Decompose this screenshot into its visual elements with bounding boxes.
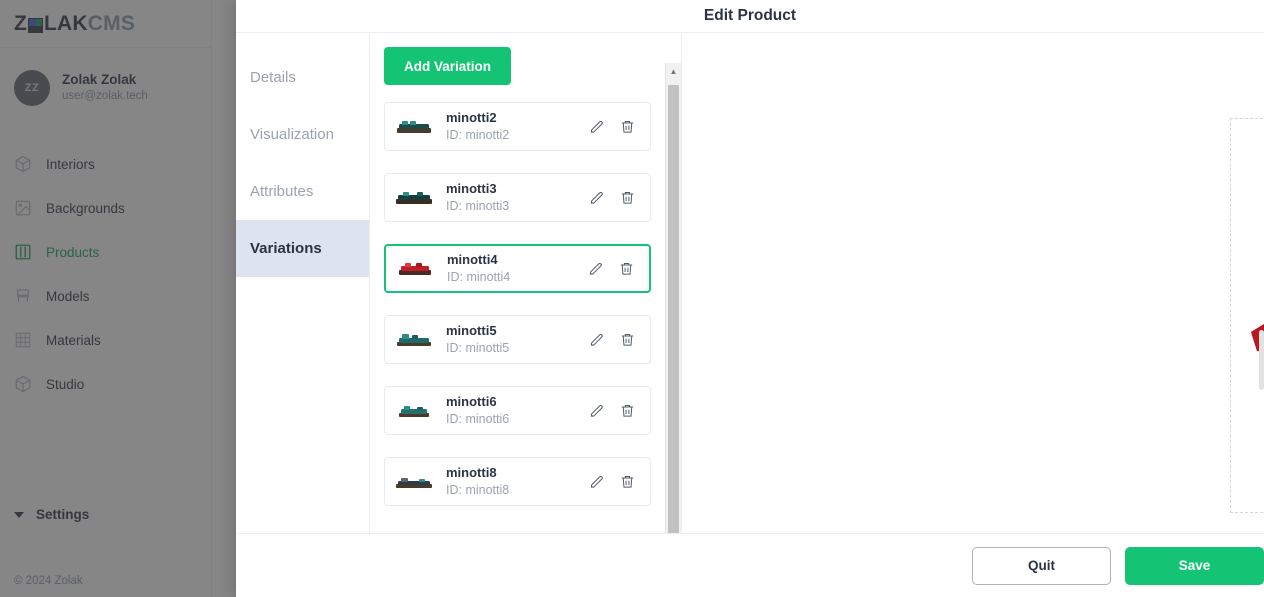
variation-list: minotti2 ID: minotti2 minotti3 ID: minot [384,102,681,506]
add-variation-button[interactable]: Add Variation [384,47,512,85]
variation-thumbnail [391,464,439,500]
page-scrollbar[interactable] [1258,0,1264,597]
variation-id: ID: minotti2 [446,127,510,142]
tab-attributes[interactable]: Attributes [236,163,369,220]
page-scrollbar-thumb[interactable] [1259,330,1264,390]
edit-variation-icon[interactable] [588,331,605,348]
scrollbar-thumb[interactable] [668,85,679,533]
variation-row-minotti8[interactable]: minotti8 ID: minotti8 [384,457,651,506]
modal-footer: Quit Save [236,533,1264,597]
variation-thumbnail [391,109,439,145]
tab-details[interactable]: Details [236,49,369,106]
delete-variation-icon[interactable] [619,402,636,419]
quit-button[interactable]: Quit [972,546,1111,585]
edit-variation-icon[interactable] [588,189,605,206]
variation-name: minotti4 [447,252,498,268]
modal-body: Details Visualization Attributes Variati… [236,33,1264,533]
edit-product-modal: Edit Product Details Visualization Attri… [236,0,1264,597]
variation-name: minotti5 [446,323,497,339]
variation-row-minotti3[interactable]: minotti3 ID: minotti3 [384,173,651,222]
edit-variation-icon[interactable] [588,473,605,490]
delete-variation-icon[interactable] [619,118,636,135]
variation-thumbnail [391,322,439,358]
variation-row-minotti5[interactable]: minotti5 ID: minotti5 [384,315,651,364]
variation-id: ID: minotti4 [447,269,511,284]
variation-id: ID: minotti8 [446,482,510,497]
delete-variation-icon[interactable] [619,331,636,348]
tab-visualization[interactable]: Visualization [236,106,369,163]
variation-name: minotti6 [446,394,497,410]
delete-variation-icon[interactable] [619,473,636,490]
variation-thumbnail [391,393,439,429]
edit-variation-icon[interactable] [587,260,604,277]
variation-thumbnail [391,180,439,216]
delete-variation-icon[interactable] [619,189,636,206]
variation-thumbnail [392,251,440,287]
variation-row-minotti2[interactable]: minotti2 ID: minotti2 [384,102,651,151]
variation-name: minotti2 [446,110,497,126]
page-title: Edit Product [703,7,797,24]
modal-tab-list: Details Visualization Attributes Variati… [236,33,370,533]
variation-row-minotti6[interactable]: minotti6 ID: minotti6 [384,386,651,435]
variation-name: minotti3 [446,181,497,197]
variation-row-minotti4[interactable]: minotti4 ID: minotti4 [384,244,651,293]
variation-name: minotti8 [446,465,497,481]
scroll-up-arrow-icon[interactable]: ▲ [666,63,681,79]
variation-id: ID: minotti3 [446,198,510,213]
variations-scrollbar[interactable]: ▲ ▼ [665,63,681,533]
modal-header: Edit Product [236,0,1264,33]
variation-id: ID: minotti6 [446,411,510,426]
delete-variation-icon[interactable] [618,260,635,277]
save-button[interactable]: Save [1125,546,1264,585]
tab-variations[interactable]: Variations [236,220,369,277]
variation-id: ID: minotti5 [446,340,510,355]
variations-pane: Add Variation minotti2 ID: minotti2 mino… [370,33,682,533]
edit-variation-icon[interactable] [588,402,605,419]
edit-variation-icon[interactable] [588,118,605,135]
preview-pane [682,33,1264,533]
